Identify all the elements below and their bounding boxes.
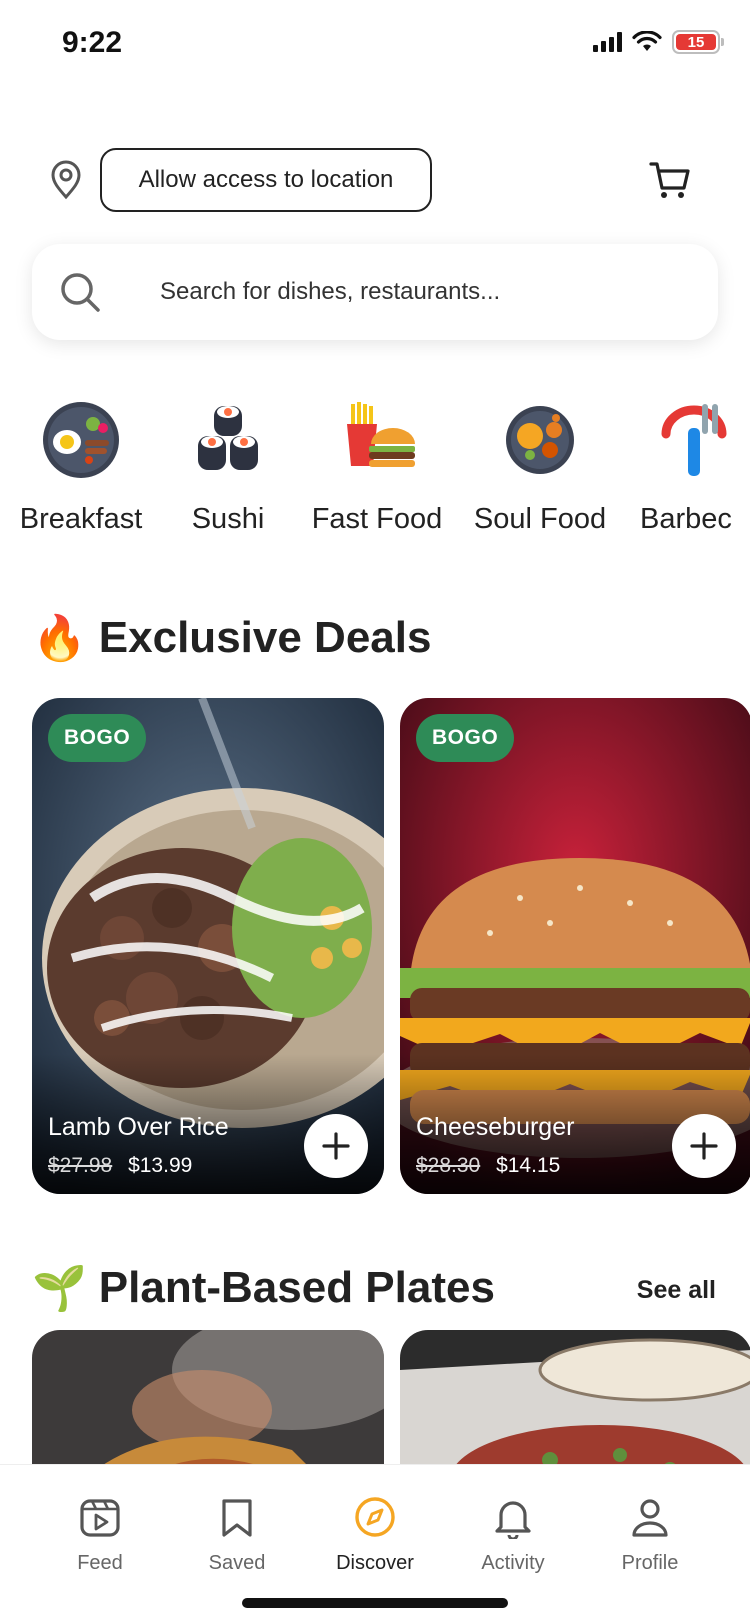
status-time: 9:22 [62,26,123,59]
deal-price: $14.15 [496,1154,561,1177]
category-carousel[interactable]: Breakfast Sushi Fast Food Soul Food Barb… [0,400,750,540]
category-label: Breakfast [19,503,143,535]
battery-level: 15 [676,34,716,51]
category-label: Sushi [191,503,265,535]
fire-icon: 🔥 [32,614,87,663]
deal-price: $13.99 [128,1154,193,1177]
category-label: Barbec [640,503,732,535]
add-to-cart-button[interactable] [672,1114,736,1178]
exclusive-deals-heading: 🔥 Exclusive Deals [32,612,431,664]
burger-fries-icon [347,402,415,467]
category-label: Fast Food [311,503,443,535]
tab-saved[interactable]: Saved [177,1495,297,1575]
search-bar[interactable]: Search for dishes, restaurants... [32,244,718,340]
bogo-badge: BOGO [416,714,515,762]
person-icon [632,1499,668,1537]
grill-icon [661,404,727,476]
deal-card-cheeseburger[interactable]: BOGO Cheeseburger $28.30 $14.15 [400,698,750,1194]
tab-activity[interactable]: Activity [453,1495,573,1575]
category-breakfast[interactable]: Breakfast [16,400,146,536]
add-to-cart-button[interactable] [304,1114,368,1178]
category-sushi[interactable]: Sushi [178,400,278,536]
bookmark-icon [222,1499,252,1537]
deal-prices: $27.98 $13.99 [48,1154,192,1178]
deal-card-lamb-over-rice[interactable]: BOGO Lamb Over Rice $27.98 $13.99 [32,698,384,1194]
compass-icon [355,1497,395,1537]
battery-icon: 15 [672,30,724,54]
deal-prices: $28.30 $14.15 [416,1154,560,1178]
status-bar: 9:22 15 [0,0,750,90]
tab-label: Activity [481,1552,545,1574]
soul-food-plate-icon [506,406,574,474]
tab-label: Profile [621,1552,679,1574]
bell-icon [495,1501,531,1541]
sushi-icon [198,406,258,470]
tab-profile[interactable]: Profile [590,1495,710,1575]
plus-icon [690,1132,718,1160]
seedling-icon: 🌱 [32,1264,87,1313]
cart-icon[interactable] [648,158,692,202]
home-indicator[interactable] [242,1598,508,1608]
section-title: Plant-Based Plates [98,1263,495,1312]
search-icon [61,273,100,312]
tab-label: Discover [336,1552,414,1574]
see-all-link[interactable]: See all [637,1276,716,1305]
status-icons: 15 [593,30,724,54]
original-price: $27.98 [48,1154,113,1177]
cellular-signal-icon [593,32,622,52]
section-title: Exclusive Deals [98,613,432,662]
category-barbecue[interactable]: Barbec [640,400,750,536]
tab-label: Saved [208,1552,266,1574]
deal-name: Cheeseburger [416,1113,575,1141]
tab-feed[interactable]: Feed [40,1495,160,1575]
category-fast-food[interactable]: Fast Food [310,400,444,536]
plant-based-heading: 🌱 Plant-Based Plates [32,1262,495,1314]
location-row: Allow access to location [0,148,750,212]
feed-icon [80,1499,120,1537]
location-pin-icon[interactable] [48,160,84,200]
tab-discover[interactable]: Discover [315,1495,435,1575]
deal-name: Lamb Over Rice [48,1113,229,1141]
tab-label: Feed [77,1552,123,1574]
wifi-icon [632,31,662,51]
breakfast-plate-icon [43,402,119,478]
allow-location-button[interactable]: Allow access to location [100,148,432,212]
search-input[interactable]: Search for dishes, restaurants... [160,278,500,306]
category-label: Soul Food [473,503,607,535]
plus-icon [322,1132,350,1160]
bogo-badge: BOGO [48,714,147,762]
original-price: $28.30 [416,1154,481,1177]
category-soul-food[interactable]: Soul Food [470,400,610,536]
